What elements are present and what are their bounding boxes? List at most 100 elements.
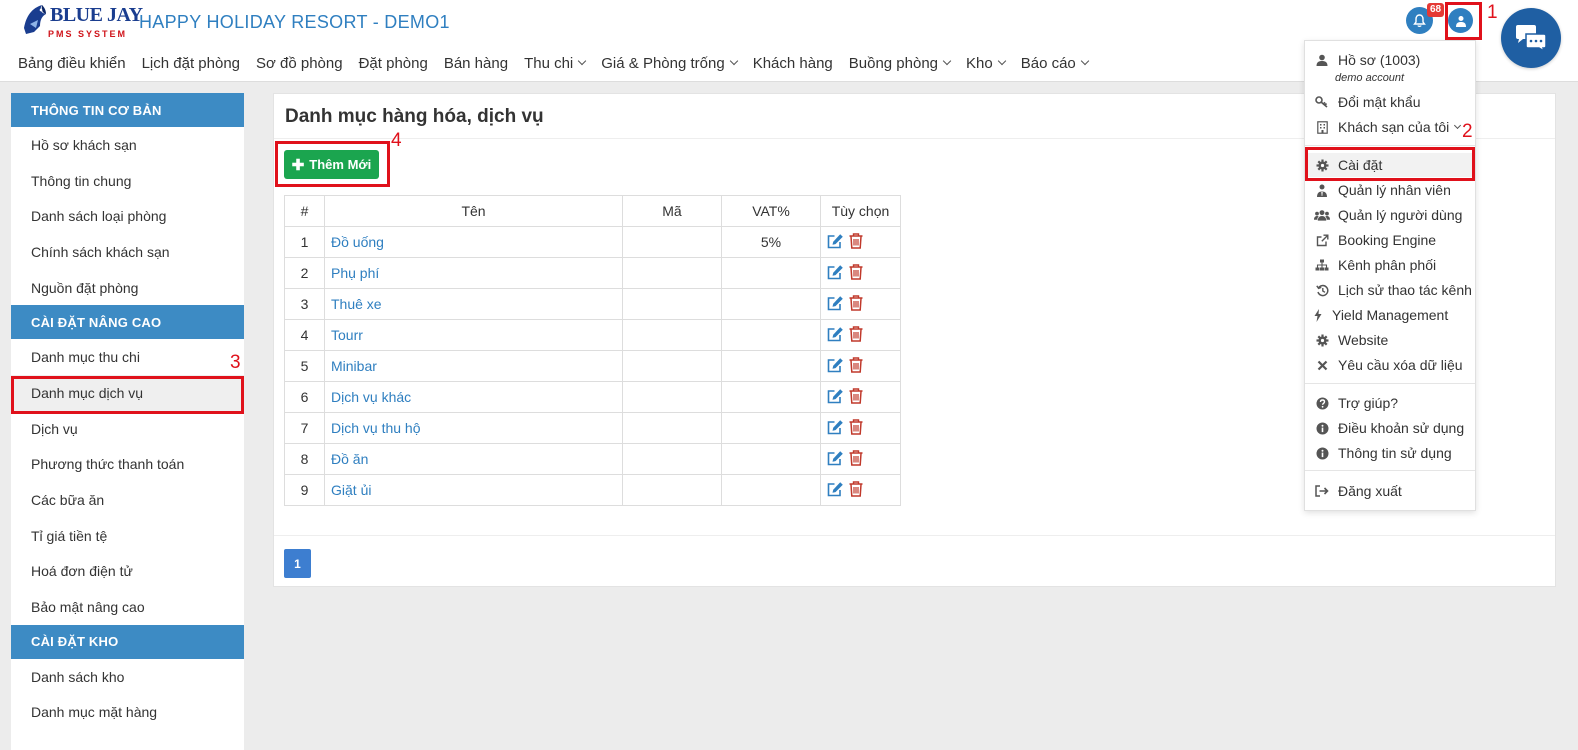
service-table: # Tên Mã VAT% Tùy chọn 1 Đồ uống 5% 2 Phụ ph… bbox=[284, 195, 901, 506]
menu-item-logout[interactable]: Đăng xuất bbox=[1305, 479, 1475, 503]
row-options bbox=[820, 412, 901, 444]
sidebar-section-warehouse: CÀI ĐẶT KHO bbox=[11, 624, 244, 659]
service-vat bbox=[721, 257, 821, 289]
sidebar-item-booking-sources[interactable]: Nguồn đặt phòng bbox=[11, 270, 244, 306]
edit-icon[interactable] bbox=[827, 233, 844, 252]
sidebar-item-advanced-security[interactable]: Bảo mật nâng cao bbox=[11, 589, 244, 625]
service-name-link[interactable]: Giặt ủi bbox=[324, 474, 623, 506]
edit-icon[interactable] bbox=[827, 326, 844, 345]
nav-item-dashboard[interactable]: Bảng điều khiển bbox=[18, 53, 126, 73]
service-code bbox=[622, 474, 722, 506]
service-name-link[interactable]: Phụ phí bbox=[324, 257, 623, 289]
trash-icon[interactable] bbox=[849, 480, 863, 500]
trash-icon[interactable] bbox=[849, 294, 863, 314]
service-code bbox=[622, 443, 722, 475]
sidebar-item-exchange-rates[interactable]: Tỉ giá tiền tệ bbox=[11, 518, 244, 554]
bluejay-logo[interactable]: BLUE JAY PMS SYSTEM bbox=[18, 2, 143, 40]
service-name-link[interactable]: Dịch vụ khác bbox=[324, 381, 623, 413]
edit-icon[interactable] bbox=[827, 295, 844, 314]
menu-item-channel-history[interactable]: Lịch sử thao tác kênh bbox=[1305, 278, 1475, 302]
menu-item-channel-manager[interactable]: Kênh phân phối bbox=[1305, 253, 1475, 277]
annotation-number-4: 4 bbox=[391, 130, 402, 151]
trash-icon[interactable] bbox=[849, 356, 863, 376]
service-name-link[interactable]: Dịch vụ thu hộ bbox=[324, 412, 623, 444]
bolt-icon bbox=[1314, 307, 1322, 323]
service-name-link[interactable]: Thuê xe bbox=[324, 288, 623, 320]
sidebar-item-income-expense-categories[interactable]: Danh mục thu chi bbox=[11, 339, 244, 375]
chat-widget-button[interactable] bbox=[1501, 8, 1561, 68]
nav-item-housekeeping[interactable]: Buồng phòng bbox=[849, 53, 952, 73]
menu-item-change-password[interactable]: Đổi mật khẩu bbox=[1305, 90, 1475, 114]
chevron-down-icon bbox=[1454, 121, 1462, 130]
nav-item-reports[interactable]: Báo cáo bbox=[1021, 53, 1090, 73]
row-options bbox=[820, 257, 901, 289]
menu-item-user-management[interactable]: Quản lý người dùng bbox=[1305, 203, 1475, 227]
service-vat bbox=[721, 474, 821, 506]
menu-item-staff-management[interactable]: Quản lý nhân viên bbox=[1305, 178, 1475, 202]
pagination-page-1[interactable]: 1 bbox=[284, 549, 311, 578]
sidebar-section-basic-info: THÔNG TIN CƠ BẢN bbox=[11, 93, 244, 127]
sidebar-item-services[interactable]: Dịch vụ bbox=[11, 411, 244, 447]
menu-item-profile[interactable]: Hồ sơ (1003) bbox=[1305, 48, 1475, 72]
service-name-link[interactable]: Tourr bbox=[324, 319, 623, 351]
sidebar-item-room-types[interactable]: Danh sách loại phòng bbox=[11, 198, 244, 234]
menu-item-booking-engine[interactable]: Booking Engine bbox=[1305, 228, 1475, 252]
nav-item-booking-calendar[interactable]: Lịch đặt phòng bbox=[142, 53, 240, 73]
nav-item-sales[interactable]: Bán hàng bbox=[444, 53, 508, 73]
menu-item-usage-info[interactable]: Thông tin sử dụng bbox=[1305, 441, 1475, 465]
trash-icon[interactable] bbox=[849, 325, 863, 345]
info-circle-icon bbox=[1314, 445, 1330, 461]
hotel-title: HAPPY HOLIDAY RESORT - DEMO1 bbox=[139, 12, 450, 32]
users-icon bbox=[1314, 207, 1330, 223]
sidebar-item-hotel-policy[interactable]: Chính sách khách sạn bbox=[11, 234, 244, 270]
trash-icon[interactable] bbox=[849, 263, 863, 283]
annotation-box-settings bbox=[1305, 147, 1475, 181]
service-name-link[interactable]: Đồ ăn bbox=[324, 443, 623, 475]
table-row: 5 Minibar bbox=[284, 350, 901, 382]
sidebar-item-meals[interactable]: Các bữa ăn bbox=[11, 482, 244, 518]
pagination-divider bbox=[274, 535, 1555, 536]
trash-icon[interactable] bbox=[849, 232, 863, 252]
service-name-link[interactable]: Minibar bbox=[324, 350, 623, 382]
sidebar-item-e-invoice[interactable]: Hoá đơn điện tử bbox=[11, 554, 244, 590]
menu-item-help[interactable]: Trợ giúp? bbox=[1305, 391, 1475, 415]
nav-item-warehouse[interactable]: Kho bbox=[966, 53, 1006, 73]
edit-icon[interactable] bbox=[827, 264, 844, 283]
sitemap-icon bbox=[1314, 257, 1330, 273]
service-vat bbox=[721, 412, 821, 444]
row-options bbox=[820, 443, 901, 475]
edit-icon[interactable] bbox=[827, 450, 844, 469]
edit-icon[interactable] bbox=[827, 388, 844, 407]
sidebar-item-warehouse-list[interactable]: Danh sách kho bbox=[11, 659, 244, 695]
menu-item-data-deletion-request[interactable]: Yêu cầu xóa dữ liệu bbox=[1305, 353, 1475, 377]
row-number: 9 bbox=[284, 474, 325, 506]
service-name-link[interactable]: Đồ uống bbox=[324, 226, 623, 258]
column-header-name: Tên bbox=[324, 195, 623, 227]
sidebar-item-product-categories[interactable]: Danh mục mặt hàng bbox=[11, 695, 244, 731]
trash-icon[interactable] bbox=[849, 418, 863, 438]
trash-icon[interactable] bbox=[849, 387, 863, 407]
sidebar-item-general-info[interactable]: Thông tin chung bbox=[11, 163, 244, 199]
menu-item-website[interactable]: Website bbox=[1305, 328, 1475, 352]
sidebar-item-hotel-profile[interactable]: Hồ sơ khách sạn bbox=[11, 127, 244, 163]
account-name: demo account bbox=[1335, 72, 1405, 84]
edit-icon[interactable] bbox=[827, 481, 844, 500]
menu-item-my-hotels[interactable]: Khách sạn của tôi bbox=[1305, 115, 1475, 139]
menu-item-terms-of-use[interactable]: Điều khoản sử dụng bbox=[1305, 416, 1475, 440]
question-circle-icon bbox=[1314, 395, 1330, 411]
sidebar-item-payment-methods[interactable]: Phương thức thanh toán bbox=[11, 447, 244, 483]
table-row: 8 Đồ ăn bbox=[284, 443, 901, 475]
column-header-options: Tùy chọn bbox=[820, 195, 901, 227]
nav-item-room-map[interactable]: Sơ đồ phòng bbox=[256, 53, 343, 73]
edit-icon[interactable] bbox=[827, 419, 844, 438]
nav-item-reservations[interactable]: Đặt phòng bbox=[359, 53, 428, 73]
menu-item-yield-management[interactable]: Yield Management bbox=[1305, 303, 1475, 327]
nav-item-rates-availability[interactable]: Giá & Phòng trống bbox=[601, 53, 738, 73]
nav-item-income-expense[interactable]: Thu chi bbox=[524, 53, 587, 73]
menu-divider bbox=[1305, 470, 1475, 471]
table-row: 2 Phụ phí bbox=[284, 257, 901, 289]
trash-icon[interactable] bbox=[849, 449, 863, 469]
nav-item-guests[interactable]: Khách hàng bbox=[753, 53, 833, 73]
row-number: 2 bbox=[284, 257, 325, 289]
edit-icon[interactable] bbox=[827, 357, 844, 376]
